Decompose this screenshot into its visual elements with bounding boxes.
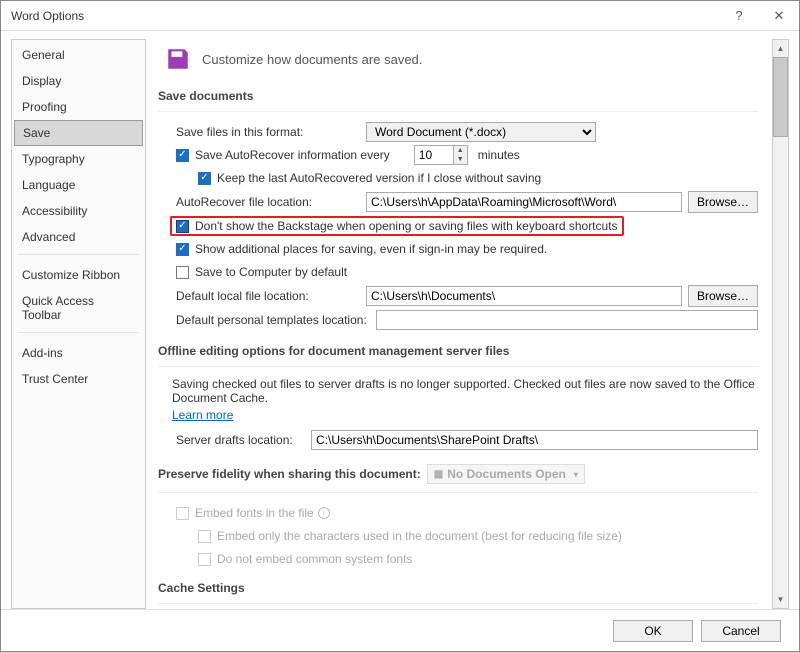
titlebar: Word Options ? ✕ bbox=[1, 1, 799, 31]
keep-last-checkbox[interactable] bbox=[198, 172, 211, 185]
help-button[interactable]: ? bbox=[719, 1, 759, 31]
scroll-down-arrow[interactable]: ▼ bbox=[773, 591, 788, 608]
scroll-up-arrow[interactable]: ▲ bbox=[773, 40, 788, 57]
section-offline: Offline editing options for document man… bbox=[158, 342, 758, 367]
sidebar-item-qat[interactable]: Quick Access Toolbar bbox=[12, 288, 145, 328]
content-pane: Customize how documents are saved. Save … bbox=[158, 39, 772, 609]
drafts-label: Server drafts location: bbox=[176, 433, 311, 447]
sidebar-item-general[interactable]: General bbox=[12, 42, 145, 68]
autorecover-loc-label: AutoRecover file location: bbox=[176, 195, 366, 209]
sidebar-item-addins[interactable]: Add-ins bbox=[12, 340, 145, 366]
no-common-checkbox bbox=[198, 553, 211, 566]
sidebar-item-trust-center[interactable]: Trust Center bbox=[12, 366, 145, 392]
dont-show-backstage-checkbox[interactable] bbox=[176, 220, 189, 233]
sidebar-item-typography[interactable]: Typography bbox=[12, 146, 145, 172]
sidebar-item-advanced[interactable]: Advanced bbox=[12, 224, 145, 250]
no-common-label: Do not embed common system fonts bbox=[217, 552, 412, 566]
autorecover-minutes-input[interactable] bbox=[414, 145, 454, 165]
save-computer-checkbox[interactable] bbox=[176, 266, 189, 279]
minutes-label: minutes bbox=[478, 148, 520, 162]
offline-note: Saving checked out files to server draft… bbox=[172, 377, 758, 405]
section-save-documents: Save documents bbox=[158, 87, 758, 112]
document-icon: ▦ bbox=[434, 469, 443, 480]
sidebar-item-customize-ribbon[interactable]: Customize Ribbon bbox=[12, 262, 145, 288]
sidebar-item-display[interactable]: Display bbox=[12, 68, 145, 94]
default-local-browse-button[interactable]: Browse… bbox=[688, 285, 758, 307]
save-icon bbox=[164, 45, 192, 73]
show-additional-checkbox[interactable] bbox=[176, 243, 189, 256]
close-button[interactable]: ✕ bbox=[759, 1, 799, 31]
learn-more-link[interactable]: Learn more bbox=[172, 408, 758, 422]
sidebar-item-language[interactable]: Language bbox=[12, 172, 145, 198]
section-cache: Cache Settings bbox=[158, 579, 758, 604]
sidebar-item-save[interactable]: Save bbox=[14, 120, 143, 146]
embed-fonts-checkbox bbox=[176, 507, 189, 520]
category-sidebar: General Display Proofing Save Typography… bbox=[11, 39, 146, 609]
sidebar-item-accessibility[interactable]: Accessibility bbox=[12, 198, 145, 224]
default-templates-input[interactable] bbox=[376, 310, 758, 330]
embed-chars-label: Embed only the characters used in the do… bbox=[217, 529, 622, 543]
dont-show-backstage-row: Don't show the Backstage when opening or… bbox=[170, 216, 624, 236]
cancel-button[interactable]: Cancel bbox=[701, 620, 781, 642]
preserve-doc-combo: ▦ No Documents Open ▾ bbox=[427, 464, 585, 484]
info-icon: i bbox=[318, 507, 330, 519]
default-templates-label: Default personal templates location: bbox=[176, 313, 376, 327]
vertical-scrollbar[interactable]: ▲ ▼ bbox=[772, 39, 789, 609]
dialog-footer: OK Cancel bbox=[1, 609, 799, 651]
ok-button[interactable]: OK bbox=[613, 620, 693, 642]
drafts-input[interactable] bbox=[311, 430, 758, 450]
embed-chars-checkbox bbox=[198, 530, 211, 543]
header-caption: Customize how documents are saved. bbox=[202, 52, 422, 67]
autorecover-label: Save AutoRecover information every bbox=[195, 148, 390, 162]
autorecover-checkbox[interactable] bbox=[176, 149, 189, 162]
autorecover-loc-input[interactable] bbox=[366, 192, 682, 212]
window-title: Word Options bbox=[11, 9, 719, 23]
sidebar-item-proofing[interactable]: Proofing bbox=[12, 94, 145, 120]
dont-show-backstage-label: Don't show the Backstage when opening or… bbox=[195, 219, 618, 233]
autorecover-browse-button[interactable]: Browse… bbox=[688, 191, 758, 213]
section-preserve: Preserve fidelity when sharing this docu… bbox=[158, 467, 421, 481]
format-label: Save files in this format: bbox=[176, 125, 366, 139]
word-options-dialog: Word Options ? ✕ General Display Proofin… bbox=[0, 0, 800, 652]
save-computer-label: Save to Computer by default bbox=[195, 265, 347, 279]
default-local-input[interactable] bbox=[366, 286, 682, 306]
embed-fonts-label: Embed fonts in the file bbox=[195, 506, 314, 520]
autorecover-minutes-spinner[interactable]: ▲▼ bbox=[414, 145, 468, 165]
default-local-label: Default local file location: bbox=[176, 289, 366, 303]
scroll-track[interactable] bbox=[773, 57, 788, 591]
save-format-combo[interactable]: Word Document (*.docx) bbox=[366, 122, 596, 142]
scroll-thumb[interactable] bbox=[773, 57, 788, 137]
keep-last-label: Keep the last AutoRecovered version if I… bbox=[217, 171, 541, 185]
show-additional-label: Show additional places for saving, even … bbox=[195, 242, 547, 256]
